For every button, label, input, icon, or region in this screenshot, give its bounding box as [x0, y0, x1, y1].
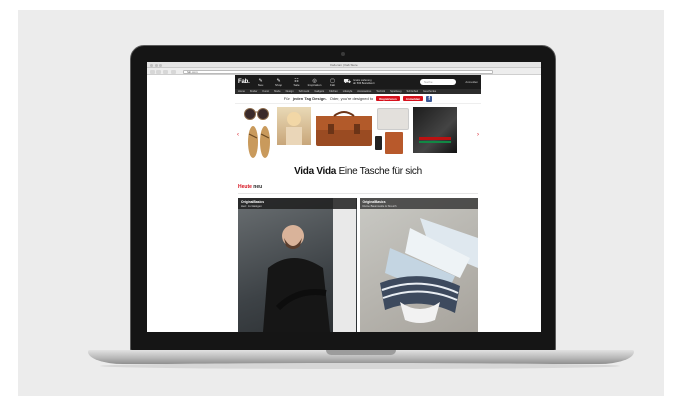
category-link[interactable]: Geschenke: [423, 90, 436, 93]
jacket-image: [413, 107, 457, 153]
close-window-button[interactable]: [150, 63, 153, 67]
address-bar[interactable]: fab.com: [183, 69, 493, 74]
laptop-shadow: [100, 363, 620, 369]
facebook-icon[interactable]: f: [426, 95, 433, 102]
shipping-line2: ab 50€ Bestellwert: [353, 82, 375, 85]
laptop-lid: Fab.com | Fab Store fab.com Fab. ✎ Neu ✎…: [130, 45, 556, 351]
lid-notch: [326, 350, 396, 355]
nav-label: Fab: [329, 82, 336, 87]
hero-banner[interactable]: ‹ › Vida Vida Eine Tasche für sich: [235, 104, 481, 180]
category-link[interactable]: Schmuck: [299, 90, 310, 93]
category-link[interactable]: Technik: [376, 90, 385, 93]
phone-image: [375, 136, 382, 150]
nav-label: Neu: [257, 82, 264, 87]
model-sweater-image: [263, 198, 356, 332]
register-button[interactable]: Registrieren: [376, 96, 400, 101]
site-logo[interactable]: Fab.: [238, 79, 250, 85]
category-link[interactable]: Mode: [274, 90, 281, 93]
product-tile[interactable]: OriginalBasics Herr. zu lässigen: [238, 198, 357, 332]
section-title-red: Heute: [238, 184, 252, 190]
nav-inspiration[interactable]: ◎ Inspiration: [308, 78, 322, 87]
nav-shop[interactable]: ✎ Shop: [272, 78, 286, 87]
fab-website: Fab. ✎ Neu ✎ Shop ☷ Sale ◎ Inspiration ▢…: [235, 75, 481, 332]
tile-subtitle: Herr. zu lässigen: [241, 203, 262, 208]
promo-text-post: Oder, you're designed to: [329, 96, 374, 101]
category-link[interactable]: Spielzeug: [390, 90, 401, 93]
window-title: Fab.com | Fab Store: [330, 63, 358, 67]
site-header: Fab. ✎ Neu ✎ Shop ☷ Sale ◎ Inspiration ▢…: [235, 75, 481, 89]
tile-header: OriginalBasics Reine Baumwolle & Stretch: [359, 198, 478, 209]
promo-text-bold: jeden Tag Design.: [292, 96, 327, 101]
model-photo: [277, 107, 311, 145]
section-heading: Heute neu: [235, 184, 481, 190]
category-link[interactable]: Kunst: [262, 90, 269, 93]
window-controls: [150, 63, 162, 67]
laptop-sleeve-image: [377, 108, 409, 130]
shipping-info: ⛟ Gratis Lieferung ab 50€ Bestellwert: [343, 78, 400, 86]
account-link[interactable]: Anmelden: [460, 80, 478, 84]
hero-title-rest: Eine Tasche für sich: [338, 166, 423, 177]
minimize-window-button[interactable]: [154, 63, 158, 67]
notebook-image: [385, 132, 403, 154]
category-link[interactable]: Kitchen: [329, 90, 338, 93]
back-button[interactable]: [150, 69, 155, 74]
promo-bar: Für jeden Tag Design. Oder, you're desig…: [235, 94, 481, 104]
promo-text-pre: Für: [283, 96, 290, 101]
category-link[interactable]: Design: [286, 90, 294, 93]
hero-caption: Vida Vida Eine Tasche für sich: [235, 166, 481, 177]
camera-icon: [341, 52, 345, 56]
nav-label: Inspiration: [307, 82, 322, 87]
nav-label: Shop: [275, 82, 283, 87]
search-input[interactable]: Suche: [420, 79, 456, 85]
product-tile[interactable]: OriginalBasics Reine Baumwolle & Stretch: [359, 198, 478, 332]
nav-sale[interactable]: ☷ Sale: [290, 78, 304, 87]
category-link[interactable]: Lifestyle: [343, 90, 353, 93]
divider: [238, 193, 478, 194]
prev-arrow-icon[interactable]: ‹: [237, 132, 239, 138]
leather-bag-image: [316, 111, 372, 146]
laptop-screen: Fab.com | Fab Store fab.com Fab. ✎ Neu ✎…: [147, 62, 541, 332]
category-link[interactable]: Schönheit: [406, 90, 418, 93]
product-tiles: OriginalBasics Herr. zu lässigen Origina…: [238, 198, 478, 332]
sunglasses-image: [244, 108, 269, 120]
next-arrow-icon[interactable]: ›: [477, 132, 479, 138]
tile-subtitle: Reine Baumwolle & Stretch: [362, 203, 397, 208]
category-link[interactable]: Accessoires: [357, 90, 371, 93]
underwear-image: [379, 218, 478, 323]
hero-title-bold: Vida Vida: [294, 166, 337, 177]
tile-header: OriginalBasics Herr. zu lässigen: [238, 198, 357, 209]
laptop-base: [88, 350, 634, 364]
share-button[interactable]: [171, 69, 176, 74]
nav-label: Sale: [293, 82, 300, 87]
login-button[interactable]: Anmelden: [402, 96, 424, 101]
nav-new[interactable]: ✎ Neu: [254, 78, 268, 87]
browser-toolbar: fab.com: [147, 68, 541, 75]
zoom-window-button[interactable]: [159, 63, 162, 67]
truck-icon: ⛟: [343, 78, 352, 85]
category-link[interactable]: Home: [238, 90, 245, 93]
reload-button[interactable]: [163, 69, 168, 74]
forward-button[interactable]: [156, 69, 161, 74]
nav-fab[interactable]: ▢ Fab: [326, 78, 340, 87]
category-link[interactable]: Kinder: [250, 90, 258, 93]
section-title-rest: neu: [253, 184, 263, 190]
sandals-image: [248, 126, 270, 158]
category-link[interactable]: Gadgets: [314, 90, 324, 93]
